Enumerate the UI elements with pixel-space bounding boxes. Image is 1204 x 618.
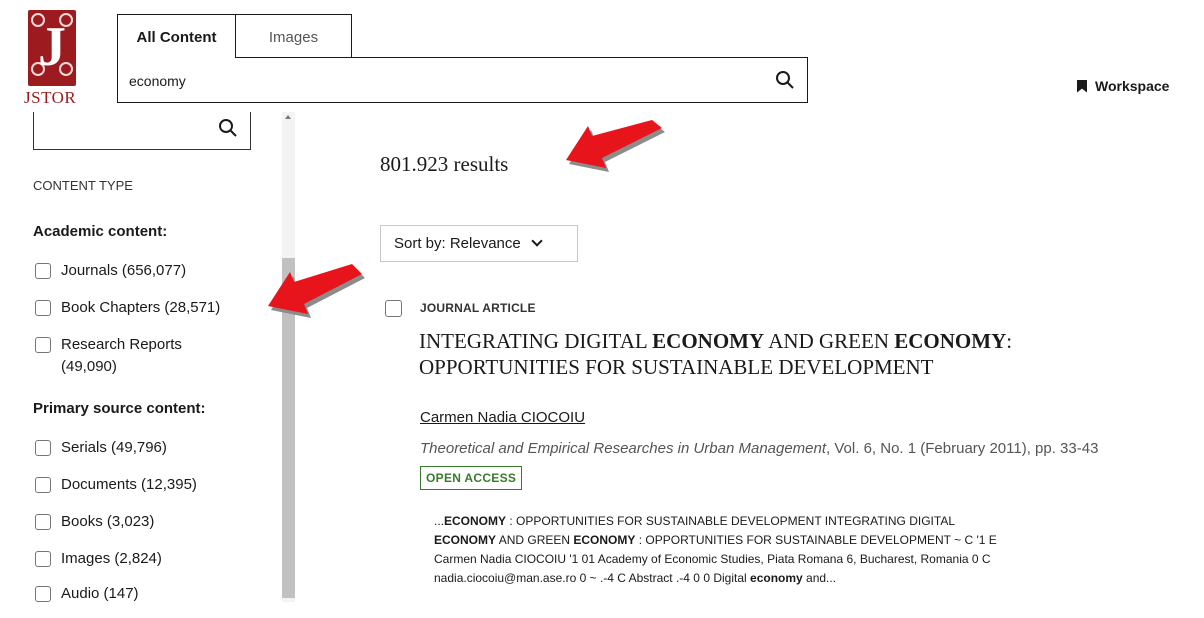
logo-wordmark: JSTOR xyxy=(24,88,77,107)
tab-images[interactable]: Images xyxy=(236,14,352,58)
filter-label: Documents (12,395) xyxy=(61,476,197,493)
checkbox[interactable] xyxy=(35,586,51,602)
filter-documents[interactable]: Documents (12,395) xyxy=(35,476,197,496)
filter-audio[interactable]: Audio (147) xyxy=(35,585,139,605)
workspace-link[interactable]: Workspace xyxy=(1077,78,1169,94)
snippet-highlight: economy xyxy=(750,571,803,585)
checkbox[interactable] xyxy=(35,551,51,567)
bookmark-icon xyxy=(1077,79,1087,93)
content-type-label: CONTENT TYPE xyxy=(33,178,133,193)
filter-label: Images (2,824) xyxy=(61,550,162,567)
snippet-highlight: ECONOMY xyxy=(434,533,497,547)
title-highlight: ECONOMY xyxy=(652,329,765,353)
sidebar-search-input[interactable] xyxy=(33,112,251,150)
article-source: Theoretical and Empirical Researches in … xyxy=(420,440,1098,457)
filter-label: Serials (49,796) xyxy=(61,439,167,456)
journal-name: Theoretical and Empirical Researches in … xyxy=(420,440,827,457)
filter-journals[interactable]: Journals (656,077) xyxy=(35,262,186,282)
article-checkbox[interactable] xyxy=(385,300,402,317)
jstor-logo-icon: J xyxy=(28,10,76,86)
workspace-label: Workspace xyxy=(1095,78,1170,94)
snippet-text: ... xyxy=(434,514,445,528)
academic-content-heading: Academic content: xyxy=(33,223,168,240)
title-part: AND GREEN xyxy=(764,329,895,353)
checkbox[interactable] xyxy=(35,337,51,353)
filter-label: Audio (147) xyxy=(61,585,139,602)
filter-label: Journals (656,077) xyxy=(61,262,187,279)
search-icon[interactable] xyxy=(218,118,238,138)
search-icon[interactable] xyxy=(775,70,795,90)
filter-label: Books (3,023) xyxy=(61,513,155,530)
tab-all-content[interactable]: All Content xyxy=(117,14,236,58)
sort-label: Sort by: Relevance xyxy=(394,235,521,252)
filter-label: Research Reports (49,090) xyxy=(61,336,182,375)
snippet-highlight: ECONOMY xyxy=(573,533,636,547)
checkbox[interactable] xyxy=(35,477,51,493)
checkbox[interactable] xyxy=(35,263,51,279)
annotation-arrow-icon xyxy=(566,120,665,172)
filter-serials[interactable]: Serials (49,796) xyxy=(35,439,167,459)
filter-images[interactable]: Images (2,824) xyxy=(35,550,162,570)
filter-research-reports[interactable]: Research Reports (49,090) xyxy=(35,336,211,378)
jstor-logo[interactable]: J JSTOR xyxy=(24,10,104,107)
title-part: INTEGRATING DIGITAL xyxy=(419,329,653,353)
filter-books[interactable]: Books (3,023) xyxy=(35,513,154,533)
snippet-text: AND GREEN xyxy=(496,533,574,547)
title-highlight: ECONOMY xyxy=(894,329,1007,353)
filter-label: Book Chapters (28,571) xyxy=(61,299,221,316)
snippet-text: and... xyxy=(802,571,837,585)
snippet-highlight: ECONOMY xyxy=(444,514,507,528)
article-type: JOURNAL ARTICLE xyxy=(420,301,536,315)
checkbox[interactable] xyxy=(35,440,51,456)
article-snippet: ...ECONOMY : OPPORTUNITIES FOR SUSTAINAB… xyxy=(434,512,1009,588)
filter-book-chapters[interactable]: Book Chapters (28,571) xyxy=(35,299,220,319)
search-input[interactable]: economy xyxy=(117,57,808,103)
primary-source-heading: Primary source content: xyxy=(33,400,206,417)
scroll-up-arrow-icon[interactable] xyxy=(285,115,291,119)
sort-dropdown[interactable]: Sort by: Relevance xyxy=(380,225,578,262)
annotation-arrow-icon xyxy=(268,264,365,318)
checkbox[interactable] xyxy=(35,514,51,530)
open-access-badge: OPEN ACCESS xyxy=(420,466,523,490)
article-title-link[interactable]: INTEGRATING DIGITAL ECONOMY AND GREEN EC… xyxy=(419,328,1139,380)
chevron-down-icon xyxy=(531,235,543,247)
search-input-value: economy xyxy=(129,73,186,89)
source-details: , Vol. 6, No. 1 (February 2011), pp. 33-… xyxy=(826,440,1099,457)
checkbox[interactable] xyxy=(35,300,51,316)
results-count: 801.923 results xyxy=(380,152,509,176)
author-link[interactable]: Carmen Nadia CIOCOIU xyxy=(420,409,585,426)
snippet-text: : OPPORTUNITIES FOR SUSTAINABLE DEVELOPM… xyxy=(506,514,955,528)
